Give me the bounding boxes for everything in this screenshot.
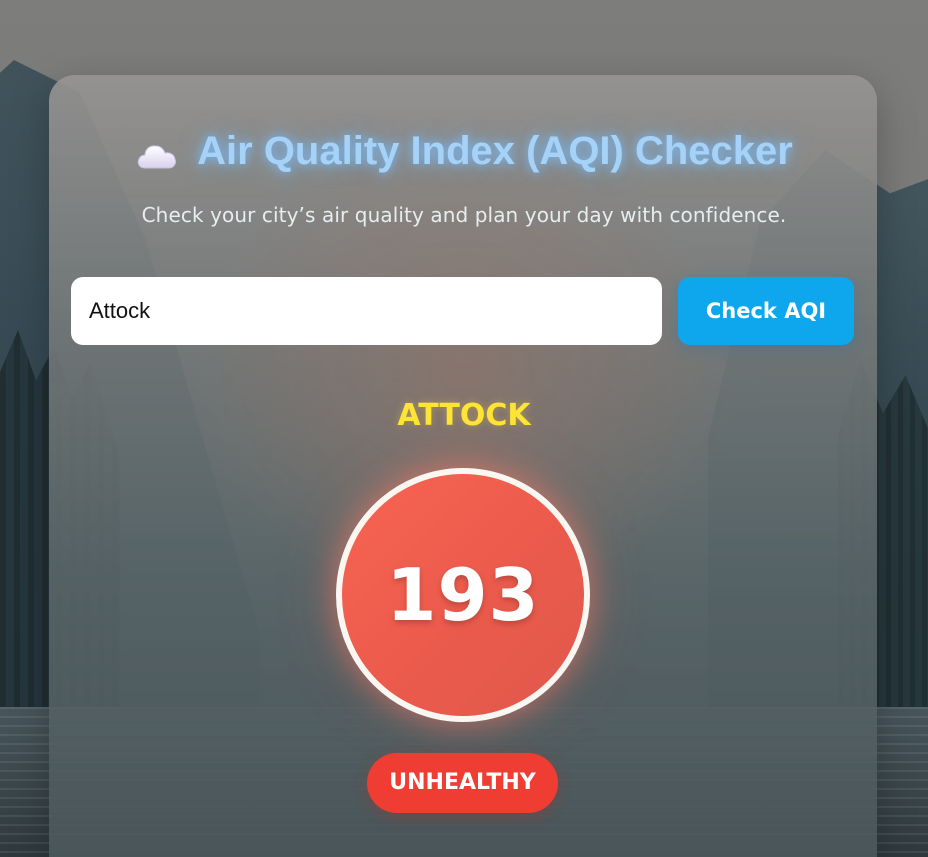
aqi-value: 193 [386,553,540,637]
aqi-circle: 193 [336,468,590,722]
check-aqi-button[interactable]: Check AQI [678,277,854,345]
page-title-row: Air Quality Index (AQI) Checker [0,127,928,175]
page-subtitle: Check your city’s air quality and plan y… [141,203,787,227]
city-name: ATTOCK [397,398,531,433]
aqi-card [49,75,877,857]
page-title: Air Quality Index (AQI) Checker [197,129,793,173]
cloud-icon [135,134,179,169]
city-search-input[interactable] [71,277,662,345]
status-badge: UNHEALTHY [367,753,558,813]
